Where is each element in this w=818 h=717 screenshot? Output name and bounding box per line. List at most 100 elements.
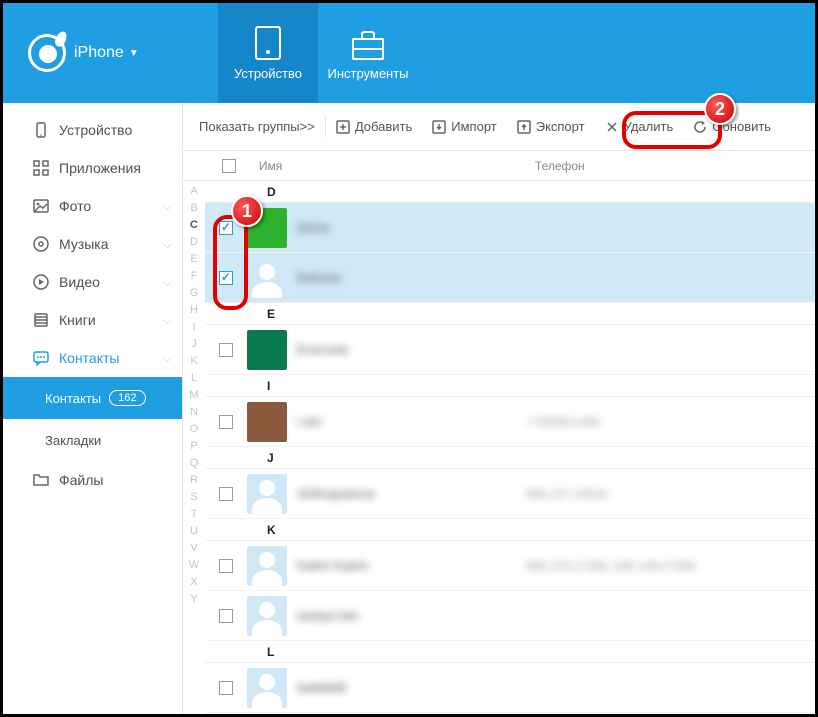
row-checkbox[interactable] [219,487,233,501]
label: Приложения [59,160,141,176]
avatar [247,474,287,514]
phone-icon [33,122,49,138]
alpha-letter[interactable]: H [183,302,205,319]
folder-icon [33,472,49,488]
briefcase-icon [352,38,384,60]
tab-device[interactable]: Устройство [218,3,318,103]
contact-row[interactable]: Evernote [205,325,815,375]
contact-row[interactable]: Katrin Katrin 895-376-27485, 845-108-2758… [205,541,815,591]
sidebar-sub-bookmarks[interactable]: Закладки [3,419,182,461]
header-tabs: Устройство Инструменты [218,3,418,103]
row-checkbox[interactable] [219,609,233,623]
section-header: D [205,181,815,203]
add-button[interactable]: Добавить [326,103,422,150]
label: Фото [59,198,91,214]
alpha-letter[interactable]: F [183,268,205,285]
export-icon [517,120,531,134]
sidebar-contacts[interactable]: Контакты ⌵ [3,339,182,377]
main-area: Устройство Приложения Фото ⌵ Музыка ⌵ Ви… [3,103,815,714]
alpha-letter[interactable]: R [183,472,205,489]
sidebar: Устройство Приложения Фото ⌵ Музыка ⌵ Ви… [3,103,183,714]
alpha-letter[interactable]: X [183,574,205,591]
sidebar-photo[interactable]: Фото ⌵ [3,187,182,225]
alpha-letter[interactable]: Y [183,591,205,608]
alpha-letter[interactable]: Q [183,455,205,472]
content-area: Показать группы>> Добавить Импорт Экспор… [183,103,815,714]
contact-row[interactable]: nastya lolo [205,591,815,641]
alpha-letter[interactable]: O [183,421,205,438]
export-button[interactable]: Экспорт [507,103,595,150]
import-button[interactable]: Импорт [422,103,506,150]
label: Книги [59,312,96,328]
alpha-letter[interactable]: J [183,336,205,353]
alpha-letter[interactable]: C [183,217,205,234]
contact-name: nastya lolo [297,608,359,623]
alpha-letter[interactable]: T [183,506,205,523]
chevron-down-icon: ⌵ [163,313,172,328]
contact-row[interactable]: JshKapukova 885-227-20044 [205,469,815,519]
select-all-checkbox[interactable] [222,159,236,173]
contact-name: ludddddl [297,680,346,695]
alpha-letter[interactable]: V [183,540,205,557]
chat-icon [33,350,49,366]
sidebar-sub-contacts[interactable]: Контакты 162 [3,377,182,419]
tab-device-label: Устройство [234,66,302,81]
contact-row[interactable]: ludddddl [205,663,815,713]
annotation-marker-1: 1 [231,195,263,227]
label: Контакты [45,391,101,406]
contact-phone: +7953621465 [527,415,815,429]
annotation-box-checkboxes [213,215,248,310]
contact-row[interactable]: Defuser [205,253,815,303]
alpha-letter[interactable]: N [183,404,205,421]
column-phone[interactable]: Телефон [535,159,815,173]
contact-name: Katrin Katrin [297,558,369,573]
alpha-letter[interactable]: B [183,200,205,217]
chevron-down-icon: ⌵ [163,275,172,290]
avatar [247,402,287,442]
show-groups-button[interactable]: Показать группы>> [189,103,325,150]
avatar [247,330,287,370]
list-area: ABCDEFGHIJKLMNOPQRSTUVWXY DDenisDefuserE… [183,181,815,714]
sidebar-apps[interactable]: Приложения [3,149,182,187]
sidebar-video[interactable]: Видео ⌵ [3,263,182,301]
annotation-marker-2: 2 [704,93,736,125]
label: Музыка [59,236,109,252]
alpha-letter[interactable]: W [183,557,205,574]
tab-tools[interactable]: Инструменты [318,3,418,103]
contact-row[interactable]: Denis [205,203,815,253]
alpha-letter[interactable]: S [183,489,205,506]
contact-row[interactable]: I am+7953621465 [205,397,815,447]
contact-phone: 885-227-20044 [527,487,815,501]
row-checkbox[interactable] [219,681,233,695]
column-name[interactable]: Имя [255,159,535,173]
row-checkbox[interactable] [219,343,233,357]
alpha-letter[interactable]: L [183,370,205,387]
row-checkbox[interactable] [219,559,233,573]
contact-phone: 895-376-27485, 845-108-27585 [527,559,815,573]
alpha-letter[interactable]: A [183,183,205,200]
alpha-index: ABCDEFGHIJKLMNOPQRSTUVWXY [183,181,205,714]
alpha-letter[interactable]: K [183,353,205,370]
sidebar-books[interactable]: Книги ⌵ [3,301,182,339]
avatar [247,258,287,298]
alpha-letter[interactable]: M [183,387,205,404]
alpha-letter[interactable]: D [183,234,205,251]
chevron-down-icon: ⌵ [163,199,172,214]
label: Импорт [451,119,496,134]
app-header: iPhone ▼ Устройство Инструменты [3,3,815,103]
sidebar-device[interactable]: Устройство [3,111,182,149]
contacts-count-badge: 162 [109,390,145,406]
sidebar-music[interactable]: Музыка ⌵ [3,225,182,263]
alpha-letter[interactable]: P [183,438,205,455]
label: Видео [59,274,100,290]
contact-name: JshKapukova [297,486,375,501]
alpha-letter[interactable]: I [183,319,205,336]
device-selector[interactable]: iPhone ▼ [3,3,218,103]
alpha-letter[interactable]: E [183,251,205,268]
row-checkbox[interactable] [219,415,233,429]
sidebar-files[interactable]: Файлы [3,461,182,499]
alpha-letter[interactable]: U [183,523,205,540]
alpha-letter[interactable]: G [183,285,205,302]
book-icon [33,312,49,328]
columns-header: Имя Телефон [183,151,815,181]
